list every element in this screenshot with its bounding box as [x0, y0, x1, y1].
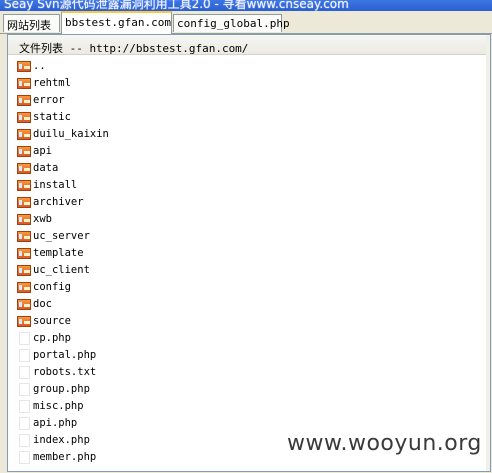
list-item[interactable]: install [8, 177, 490, 194]
list-item-label: data [33, 162, 59, 174]
folder-icon [17, 129, 31, 140]
folder-icon [17, 112, 31, 123]
tab-site-list[interactable]: 网站列表 [3, 14, 60, 32]
tab-config-global[interactable]: config_global.php [173, 14, 290, 32]
list-item-label: robots.txt [33, 366, 97, 378]
list-item-label: member.php [33, 451, 97, 463]
list-item-label: api.php [33, 417, 78, 429]
list-item[interactable]: static [8, 109, 490, 126]
list-item[interactable]: misc.php [8, 398, 490, 415]
list-item-label: cp.php [33, 332, 71, 344]
list-item[interactable]: api.php [8, 415, 490, 432]
list-item[interactable]: data [8, 160, 490, 177]
folder-icon [17, 316, 31, 327]
list-item[interactable]: api [8, 143, 490, 160]
list-item[interactable]: uc_server [8, 228, 490, 245]
file-icon [19, 349, 30, 362]
file-icon [19, 366, 30, 379]
list-item[interactable]: group.php [8, 381, 490, 398]
file-list: .. rehtml error static duilu_kaixinapi data in… [8, 58, 490, 466]
folder-icon [17, 78, 31, 89]
list-item[interactable]: robots.txt [8, 364, 490, 381]
list-item-label: index.php [33, 434, 90, 446]
folder-icon [17, 248, 31, 259]
list-item[interactable]: cp.php [8, 330, 490, 347]
list-item-label: source [33, 315, 71, 327]
file-list-header: 文件列表 -- http://bbstest.gfan.com/ [8, 35, 490, 55]
list-item-label: rehtml [33, 77, 71, 89]
list-item[interactable]: archiver [8, 194, 490, 211]
list-item-label: template [33, 247, 84, 259]
list-item-label: api [33, 145, 52, 157]
list-item[interactable]: rehtml [8, 75, 490, 92]
folder-icon [17, 146, 31, 157]
list-item-label: uc_server [33, 230, 90, 242]
list-item[interactable]: error [8, 92, 490, 109]
file-icon [19, 417, 30, 430]
folder-icon [17, 231, 31, 242]
list-item-label: group.php [33, 383, 90, 395]
window-title-bar: Seay Svn源代码泄露漏洞利用工具2.0 - 寻看www.cnseay.co… [0, 0, 492, 11]
file-list-panel: 文件列表 -- http://bbstest.gfan.com/ .. rehtm… [7, 34, 491, 472]
tab-bbstest[interactable]: bbstest.gfan.com [61, 11, 172, 34]
file-icon [19, 332, 30, 345]
folder-icon [17, 299, 31, 310]
list-item-label: static [33, 111, 71, 123]
list-item-label: uc_client [33, 264, 90, 276]
list-item[interactable]: doc [8, 296, 490, 313]
folder-icon [17, 214, 31, 225]
list-item-label: duilu_kaixin [33, 128, 109, 140]
list-item[interactable]: portal.php [8, 347, 490, 364]
scrollbar[interactable] [486, 35, 490, 471]
folder-icon [17, 95, 31, 106]
list-item[interactable]: xwb [8, 211, 490, 228]
folder-icon [17, 163, 31, 174]
list-item-label: doc [33, 298, 52, 310]
window-title: Seay Svn源代码泄露漏洞利用工具2.0 - 寻看www.cnseay.co… [4, 0, 349, 11]
folder-icon [17, 180, 31, 191]
list-item-label: xwb [33, 213, 52, 225]
folder-icon [17, 265, 31, 276]
list-item-label: error [33, 94, 65, 106]
tab-strip: 网站列表 bbstest.gfan.com config_global.php [0, 11, 492, 34]
list-item-label: config [33, 281, 71, 293]
file-icon [19, 434, 30, 447]
file-list-header-label: 文件列表 -- http://bbstest.gfan.com/ [19, 42, 249, 55]
file-icon [19, 451, 30, 464]
folder-icon [17, 197, 31, 208]
list-item-label: archiver [33, 196, 84, 208]
list-item-label: misc.php [33, 400, 84, 412]
list-item-label: portal.php [33, 349, 97, 361]
list-item[interactable]: uc_client [8, 262, 490, 279]
list-item-label: install [33, 179, 78, 191]
watermark: www.wooyun.org [287, 431, 482, 456]
folder-icon [17, 61, 31, 72]
list-item[interactable]: config [8, 279, 490, 296]
file-icon [19, 383, 30, 396]
file-icon [19, 400, 30, 413]
list-item[interactable]: source [8, 313, 490, 330]
list-item[interactable]: .. [8, 58, 490, 75]
list-item[interactable]: duilu_kaixin [8, 126, 490, 143]
list-item[interactable]: template [8, 245, 490, 262]
folder-icon [17, 282, 31, 293]
list-item-label: .. [33, 60, 46, 72]
